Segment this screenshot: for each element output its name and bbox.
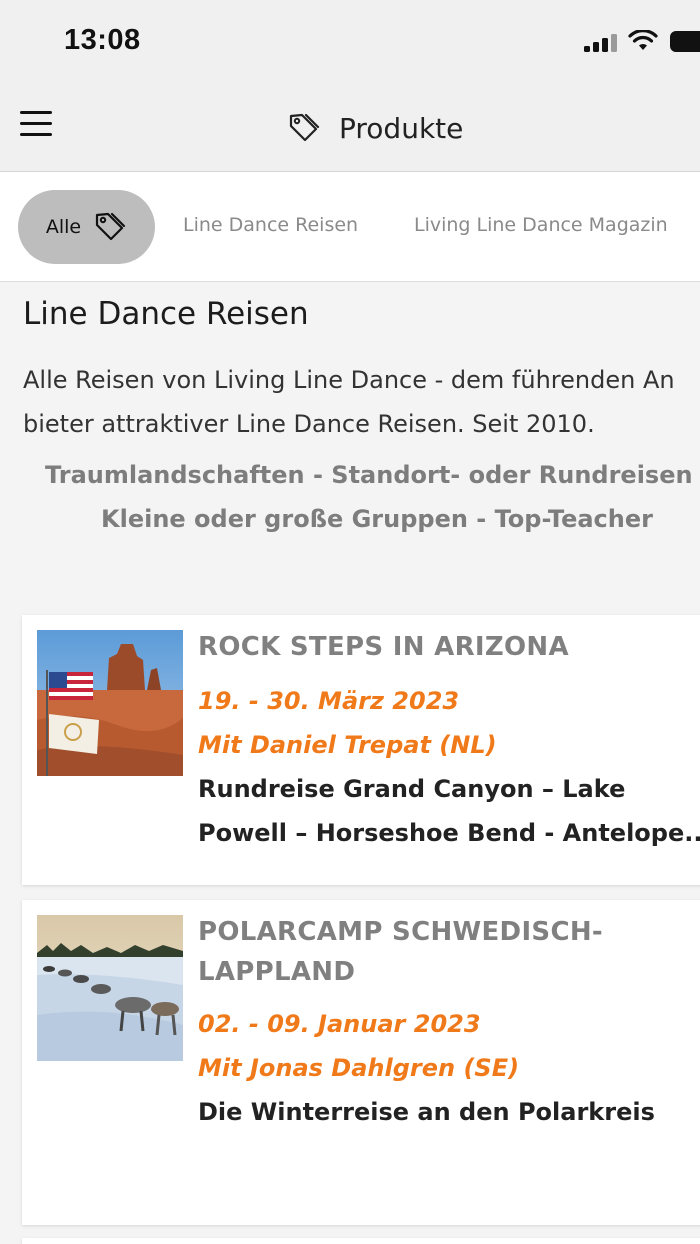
- product-date: 02. - 09. Januar 2023: [198, 1010, 481, 1038]
- product-host: Mit Daniel Trepat (NL): [198, 731, 497, 759]
- tagline-line: Kleine oder große Gruppen - Top-Teacher: [101, 505, 653, 533]
- product-title: LAPPLAND: [198, 957, 356, 987]
- product-description: Die Winterreise an den Polarkreis: [198, 1098, 655, 1126]
- product-card[interactable]: ROCK STEPS IN ARIZONA 19. - 30. März 202…: [22, 615, 700, 885]
- product-card[interactable]: POLARCAMP SCHWEDISCH- LAPPLAND 02. - 09.…: [22, 900, 700, 1225]
- section-description: Alle Reisen von Living Line Dance - dem …: [23, 358, 700, 446]
- battery-icon: [670, 31, 700, 52]
- filter-chip-label: Alle: [45, 216, 82, 238]
- section-title: Line Dance Reisen: [23, 296, 309, 332]
- category-filter-bar: Alle Line Dance Reisen Living Line Dance…: [0, 172, 700, 282]
- hamburger-menu-icon[interactable]: [20, 110, 54, 140]
- product-image-lappland: [37, 915, 183, 1061]
- product-host: Mit Jonas Dahlgren (SE): [198, 1054, 520, 1082]
- status-time: 13:08: [64, 24, 141, 56]
- status-bar: 13:08: [0, 0, 700, 84]
- product-description: Rundreise Grand Canyon – Lake: [198, 775, 626, 803]
- product-title: ROCK STEPS IN ARIZONA: [198, 632, 569, 662]
- filter-chip-magazin[interactable]: Living Line Dance Magazin: [414, 214, 668, 236]
- tag-icon: [96, 212, 126, 241]
- page-title: Produkte: [339, 111, 464, 145]
- filter-chip-alle[interactable]: Alle: [18, 190, 155, 264]
- tag-icon: [289, 113, 320, 142]
- product-description: Powell – Horseshoe Bend - Antelope...: [198, 819, 700, 847]
- nav-title-group: Produkte: [287, 106, 463, 150]
- product-text: POLARCAMP SCHWEDISCH- LAPPLAND 02. - 09.…: [198, 912, 700, 1134]
- wifi-icon: [628, 30, 658, 50]
- product-title: POLARCAMP SCHWEDISCH-: [198, 917, 603, 947]
- product-card[interactable]: [22, 1238, 700, 1244]
- filter-chip-line-dance-reisen[interactable]: Line Dance Reisen: [183, 214, 358, 236]
- product-date: 19. - 30. März 2023: [198, 687, 460, 715]
- cellular-signal-icon: [584, 34, 618, 52]
- section-description-line: Alle Reisen von Living Line Dance - dem …: [23, 366, 675, 394]
- nav-bar: Produkte: [0, 84, 700, 172]
- section-description-line: bieter attraktiver Line Dance Reisen. Se…: [23, 410, 595, 438]
- product-image-arizona: [37, 630, 183, 776]
- tagline-line: Traumlandschaften - Standort- oder Rundr…: [45, 461, 693, 489]
- product-text: ROCK STEPS IN ARIZONA 19. - 30. März 202…: [198, 627, 700, 855]
